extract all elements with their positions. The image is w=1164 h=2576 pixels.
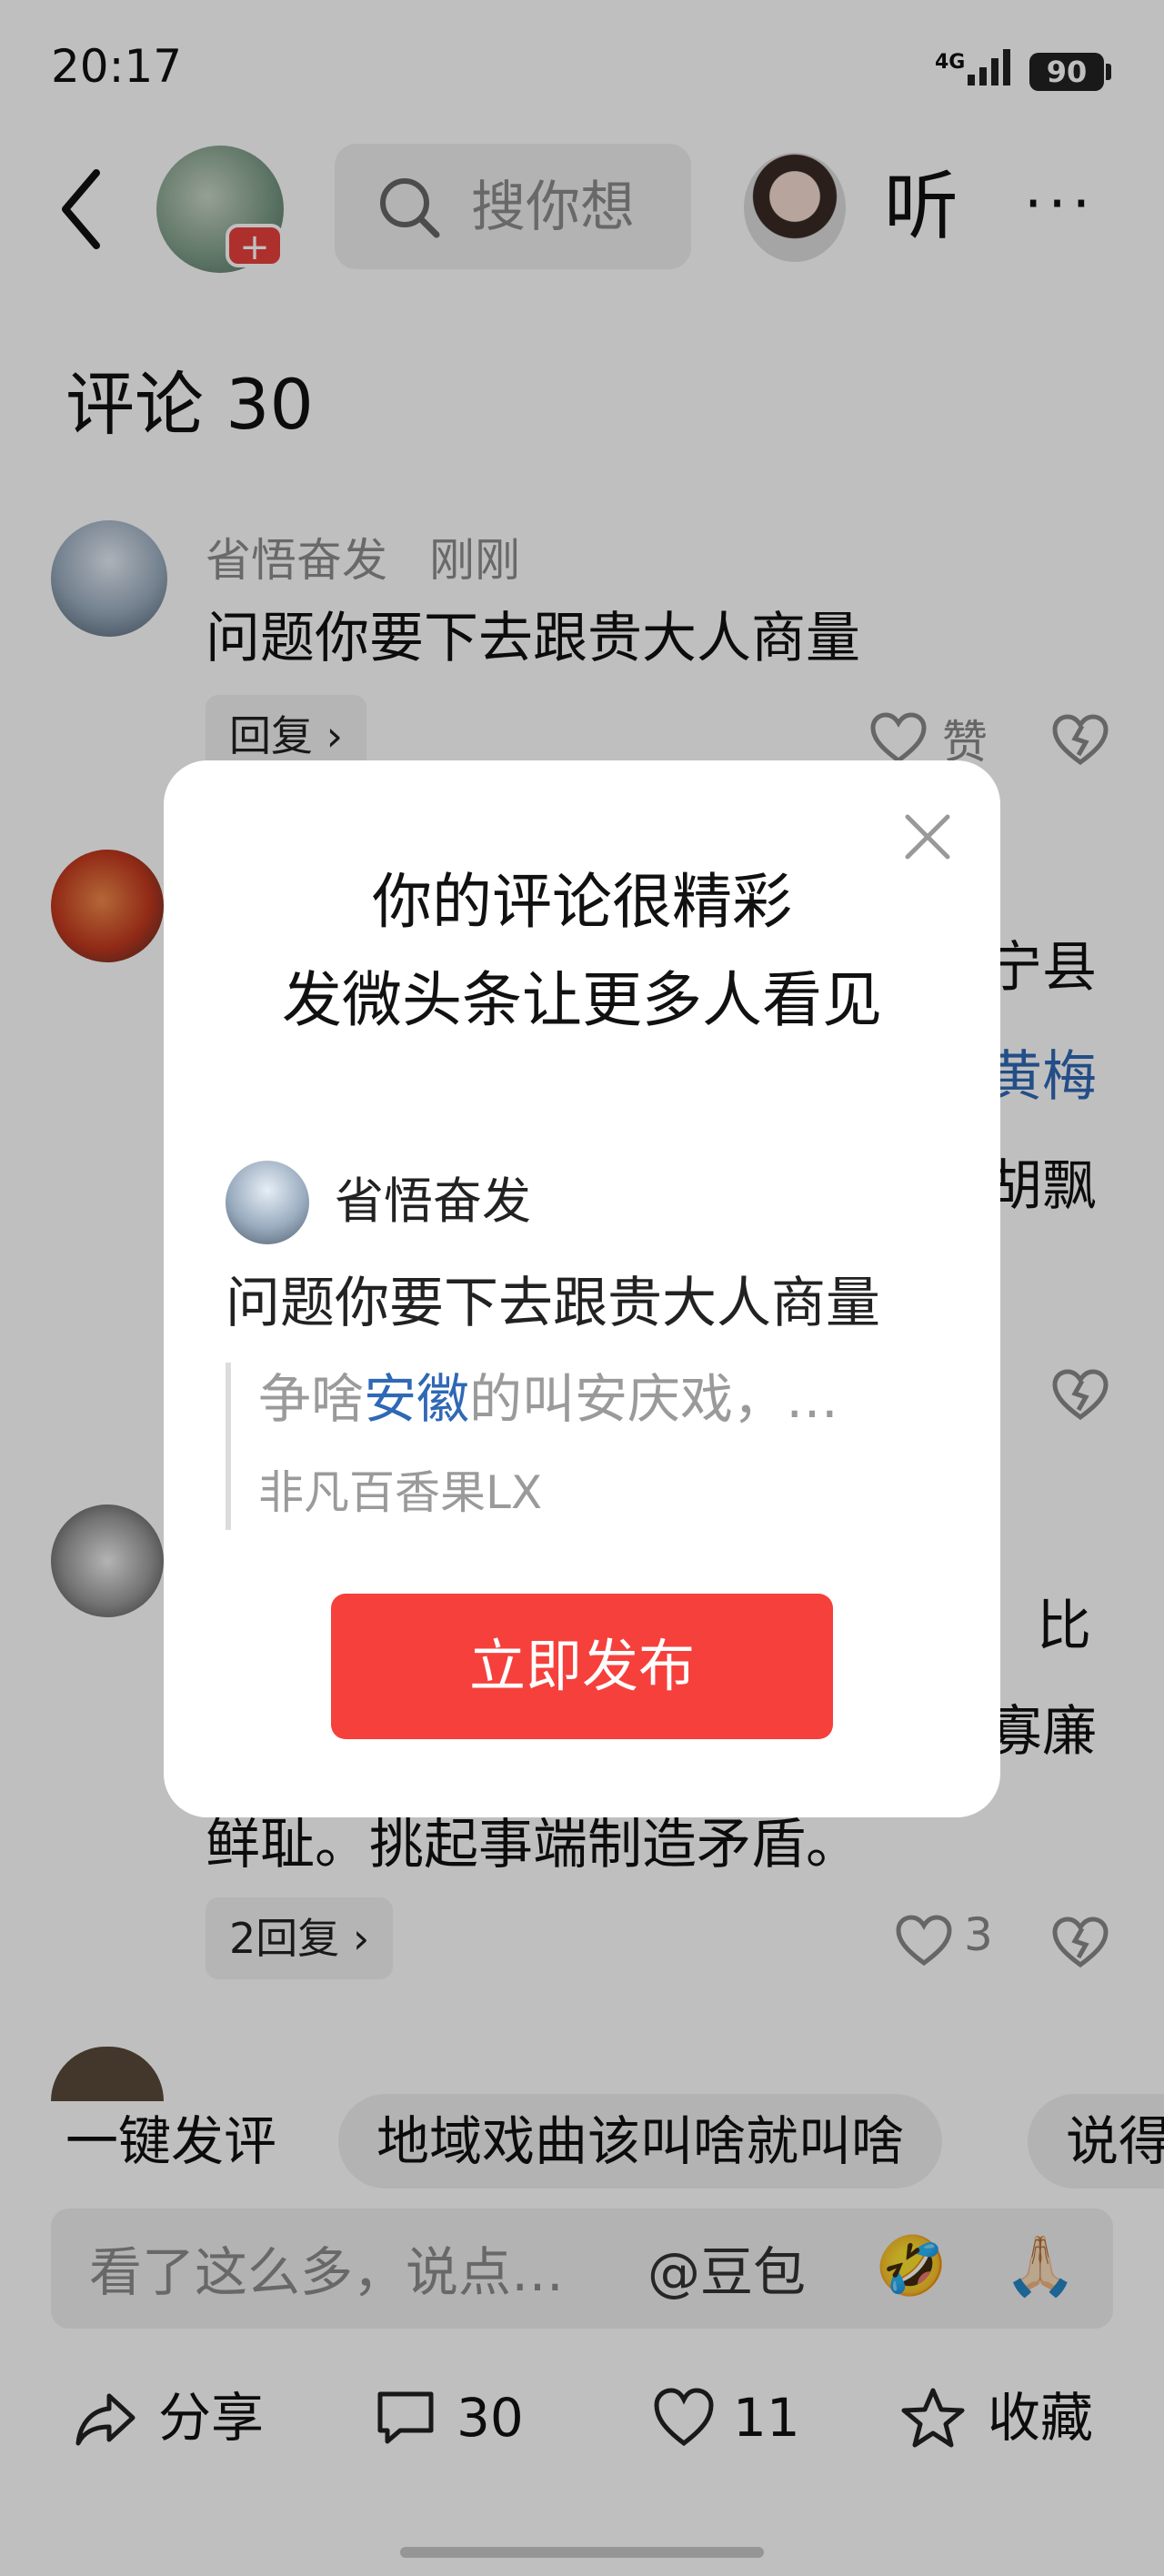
quote-divider: [226, 1363, 231, 1530]
publish-button[interactable]: 立即发布: [331, 1594, 833, 1739]
quoted-author: 非凡百香果LX: [258, 1466, 543, 1519]
close-icon[interactable]: [895, 804, 960, 870]
dialog-subtitle: 发微头条让更多人看见: [282, 965, 882, 1035]
quoted-text: 争啥安徽的叫安庆戏，…: [258, 1368, 839, 1430]
dialog-title: 你的评论很精彩: [372, 867, 792, 937]
dialog-user-avatar: [226, 1161, 309, 1244]
dialog-user-name: 省悟奋发: [335, 1172, 531, 1230]
quoted-keyword: 安徽: [364, 1368, 470, 1430]
dialog-comment-text: 问题你要下去跟贵大人商量: [226, 1272, 880, 1335]
